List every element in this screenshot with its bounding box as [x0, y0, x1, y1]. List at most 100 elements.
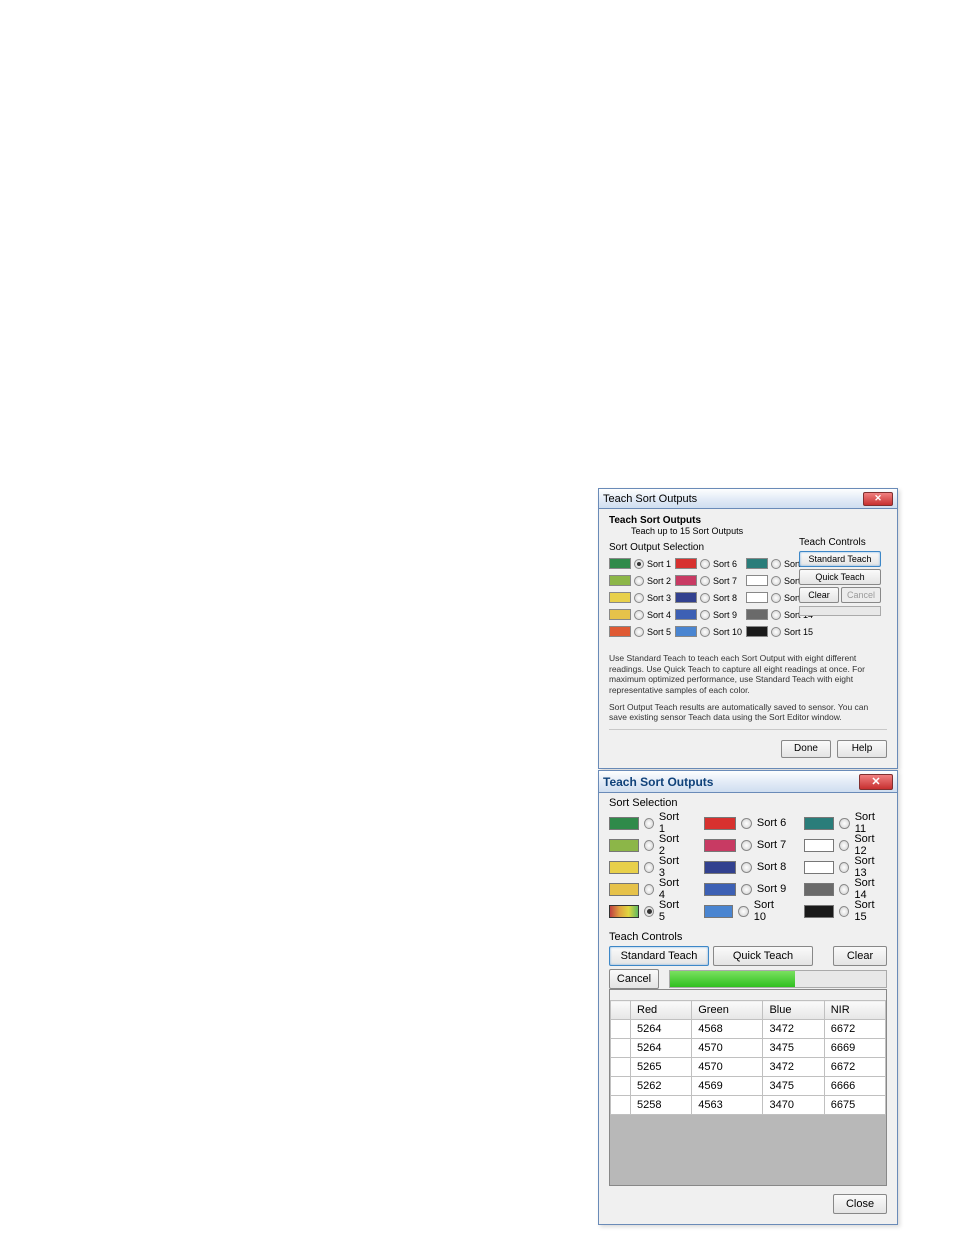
- sort-option[interactable]: Sort 3: [609, 857, 686, 877]
- radio-icon[interactable]: [700, 559, 710, 569]
- sort-option[interactable]: Sort 10: [675, 624, 742, 639]
- titlebar[interactable]: Teach Sort Outputs ✕: [599, 489, 897, 509]
- radio-icon[interactable]: [741, 818, 752, 829]
- table-row[interactable]: 5264457034756669: [611, 1039, 886, 1058]
- sort-option[interactable]: Sort 7: [704, 835, 787, 855]
- sort-option[interactable]: Sort 7: [675, 573, 742, 588]
- sort-option[interactable]: Sort 12: [804, 835, 887, 855]
- radio-icon[interactable]: [741, 840, 752, 851]
- heading: Teach Sort Outputs: [609, 515, 887, 526]
- standard-teach-button[interactable]: Standard Teach: [609, 946, 709, 966]
- sort-option[interactable]: Sort 5: [609, 901, 686, 921]
- color-swatch: [609, 592, 631, 603]
- sort-option[interactable]: Sort 1: [609, 556, 671, 571]
- radio-icon[interactable]: [700, 576, 710, 586]
- sort-option[interactable]: Sort 15: [746, 624, 813, 639]
- sort-option[interactable]: Sort 10: [704, 901, 787, 921]
- titlebar[interactable]: Teach Sort Outputs ✕: [599, 771, 897, 793]
- sort-option[interactable]: Sort 1: [609, 813, 686, 833]
- color-swatch: [704, 861, 736, 874]
- row-index-cell: [611, 1058, 631, 1077]
- sort-option[interactable]: Sort 11: [804, 813, 887, 833]
- table-row[interactable]: 5262456934756666: [611, 1077, 886, 1096]
- table-empty-area: [610, 1115, 886, 1185]
- sort-option[interactable]: Sort 2: [609, 573, 671, 588]
- radio-icon[interactable]: [738, 906, 748, 917]
- radio-icon[interactable]: [644, 884, 654, 895]
- sort-option[interactable]: Sort 9: [704, 879, 787, 899]
- radio-icon[interactable]: [771, 610, 781, 620]
- color-swatch: [609, 861, 639, 874]
- cell: 5265: [631, 1058, 692, 1077]
- radio-icon[interactable]: [839, 862, 849, 873]
- color-swatch: [609, 905, 639, 918]
- sort-option[interactable]: Sort 4: [609, 879, 686, 899]
- sort-option[interactable]: Sort 5: [609, 624, 671, 639]
- readings-table: RedGreenBlueNIR5264456834726672526445703…: [610, 1000, 886, 1115]
- sort-option[interactable]: Sort 13: [804, 857, 887, 877]
- table-row[interactable]: 5265457034726672: [611, 1058, 886, 1077]
- quick-teach-button[interactable]: Quick Teach: [713, 946, 813, 966]
- radio-icon[interactable]: [634, 610, 644, 620]
- sort-option[interactable]: Sort 8: [704, 857, 787, 877]
- radio-icon[interactable]: [644, 840, 654, 851]
- sort-selection-label: Sort Selection: [609, 797, 887, 809]
- color-swatch: [675, 558, 697, 569]
- radio-icon[interactable]: [771, 576, 781, 586]
- sort-option[interactable]: Sort 2: [609, 835, 686, 855]
- radio-icon[interactable]: [644, 906, 654, 917]
- radio-icon[interactable]: [771, 627, 781, 637]
- radio-icon[interactable]: [700, 627, 710, 637]
- sort-option[interactable]: Sort 8: [675, 590, 742, 605]
- sort-option[interactable]: Sort 6: [675, 556, 742, 571]
- teach-sort-outputs-dialog-large: Teach Sort Outputs ✕ Sort Selection Sort…: [598, 770, 898, 1225]
- table-row[interactable]: 5264456834726672: [611, 1020, 886, 1039]
- sort-option[interactable]: Sort 3: [609, 590, 671, 605]
- subheading: Teach up to 15 Sort Outputs: [631, 526, 887, 536]
- done-button[interactable]: Done: [781, 740, 831, 758]
- radio-icon[interactable]: [644, 818, 654, 829]
- radio-icon[interactable]: [741, 862, 752, 873]
- cancel-button[interactable]: Cancel: [609, 969, 659, 989]
- radio-icon[interactable]: [839, 840, 849, 851]
- sort-label: Sort 15: [784, 627, 813, 637]
- radio-icon[interactable]: [700, 610, 710, 620]
- radio-icon[interactable]: [634, 593, 644, 603]
- radio-icon[interactable]: [771, 559, 781, 569]
- radio-icon[interactable]: [839, 906, 849, 917]
- radio-icon[interactable]: [634, 559, 644, 569]
- sort-option[interactable]: Sort 4: [609, 607, 671, 622]
- sort-option[interactable]: Sort 14: [804, 879, 887, 899]
- radio-icon[interactable]: [771, 593, 781, 603]
- progress-bar: [799, 606, 881, 616]
- table-row[interactable]: 5258456334706675: [611, 1096, 886, 1115]
- clear-button[interactable]: Clear: [799, 587, 839, 603]
- clear-button[interactable]: Clear: [833, 946, 887, 966]
- cell: 3475: [763, 1039, 824, 1058]
- teach-sort-outputs-dialog-small: Teach Sort Outputs ✕ Teach Sort Outputs …: [598, 488, 898, 769]
- quick-teach-button[interactable]: Quick Teach: [799, 569, 881, 585]
- sort-label: Sort 9: [757, 883, 786, 895]
- teach-controls: Teach Controls Standard Teach Quick Teac…: [799, 537, 887, 616]
- radio-icon[interactable]: [634, 576, 644, 586]
- radio-icon[interactable]: [741, 884, 752, 895]
- radio-icon[interactable]: [634, 627, 644, 637]
- close-button[interactable]: Close: [833, 1194, 887, 1214]
- sort-option[interactable]: Sort 15: [804, 901, 887, 921]
- dialog-footer: Done Help: [609, 734, 887, 758]
- radio-icon[interactable]: [700, 593, 710, 603]
- sort-option[interactable]: Sort 9: [675, 607, 742, 622]
- help-button[interactable]: Help: [837, 740, 887, 758]
- color-swatch: [675, 592, 697, 603]
- radio-icon[interactable]: [839, 818, 849, 829]
- progress-bar: [669, 970, 887, 988]
- radio-icon[interactable]: [839, 884, 849, 895]
- standard-teach-button[interactable]: Standard Teach: [799, 551, 881, 567]
- close-icon[interactable]: ✕: [863, 492, 893, 506]
- sort-label: Sort 7: [757, 839, 786, 851]
- radio-icon[interactable]: [644, 862, 654, 873]
- close-icon[interactable]: ✕: [859, 774, 893, 790]
- readings-table-wrap: RedGreenBlueNIR5264456834726672526445703…: [609, 989, 887, 1186]
- sort-option[interactable]: Sort 6: [704, 813, 787, 833]
- cell: 6666: [824, 1077, 885, 1096]
